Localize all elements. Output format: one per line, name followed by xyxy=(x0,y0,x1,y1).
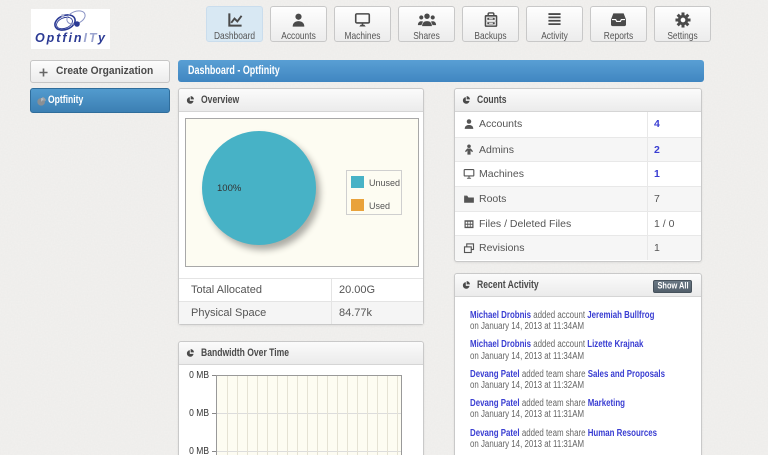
svg-text:OptfinITy: Optfin IT y xyxy=(35,31,106,45)
